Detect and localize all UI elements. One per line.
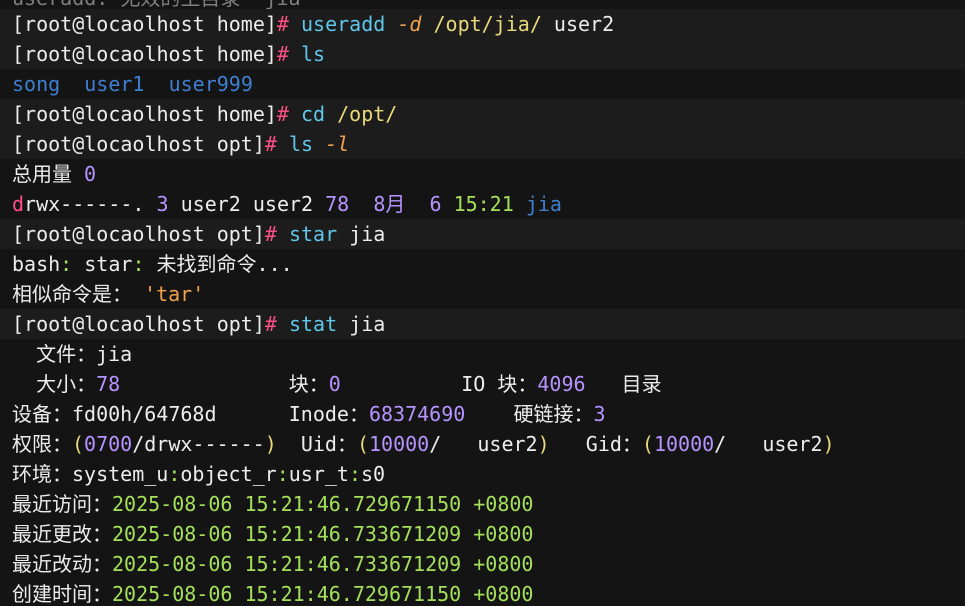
prompt: [root@locaolhost home] <box>12 102 277 126</box>
terminal-line: [root@locaolhost opt]# star jia <box>0 219 965 249</box>
command: stat <box>288 312 338 336</box>
prompt: [root@locaolhost home] <box>12 42 277 66</box>
terminal-line: 环境：system_u:object_r:usr_t:s0 <box>12 462 386 486</box>
terminal-line: drwx------. 3 user2 user2 78 8月 6 15:21 … <box>12 192 562 216</box>
terminal-line: 最近访问：2025-08-06 15:21:46.729671150 +0800 <box>12 492 534 516</box>
prompt: [root@locaolhost opt] <box>12 312 265 336</box>
terminal-line: [root@locaolhost home]# ls <box>0 39 965 69</box>
terminal-line: [root@locaolhost opt]# stat jia <box>0 309 965 339</box>
command: cd <box>301 102 326 126</box>
dir-entry: song <box>12 72 61 96</box>
prompt: [root@locaolhost opt] <box>12 132 265 156</box>
command: ls <box>301 42 326 66</box>
terminal-line: 文件：jia <box>36 342 133 366</box>
terminal-line: 设备：fd00h/64768d Inode：68374690 硬链接：3 <box>12 402 606 426</box>
terminal-window[interactable]: useradd: 无效的主目录 'jia' [root@locaolhost h… <box>0 0 965 606</box>
terminal-line: 最近改动：2025-08-06 15:21:46.733671209 +0800 <box>12 552 534 576</box>
terminal-line: 最近更改：2025-08-06 15:21:46.733671209 +0800 <box>12 522 534 546</box>
terminal-line: bash: star: 未找到命令... <box>12 252 293 276</box>
terminal-line: 总用量 0 <box>12 162 97 186</box>
dir-entry: jia <box>525 192 562 216</box>
command: star <box>288 222 338 246</box>
terminal-line: 权限：(0700/drwx------) Uid：(10000/ user2) … <box>12 432 835 456</box>
terminal-line: 大小：78 块：0 IO 块：4096 目录 <box>36 372 662 396</box>
terminal-line: 创建时间：2025-08-06 15:21:46.729671150 +0800 <box>12 582 534 606</box>
prompt: [root@locaolhost home] <box>12 12 277 36</box>
command: ls <box>288 132 314 156</box>
terminal-line: song user1 user999 <box>0 69 965 99</box>
terminal-line: [root@locaolhost home]# cd /opt/ <box>0 99 965 129</box>
terminal-line: [root@locaolhost opt]# ls -l <box>0 129 965 159</box>
prompt: [root@locaolhost opt] <box>12 222 265 246</box>
terminal-line: [root@locaolhost home]# useradd -d /opt/… <box>0 9 965 39</box>
command: useradd <box>301 12 386 36</box>
terminal-line: 相似命令是： 'tar' <box>12 282 205 306</box>
dir-entry: user1 <box>84 72 145 96</box>
dir-entry: user999 <box>168 72 253 96</box>
